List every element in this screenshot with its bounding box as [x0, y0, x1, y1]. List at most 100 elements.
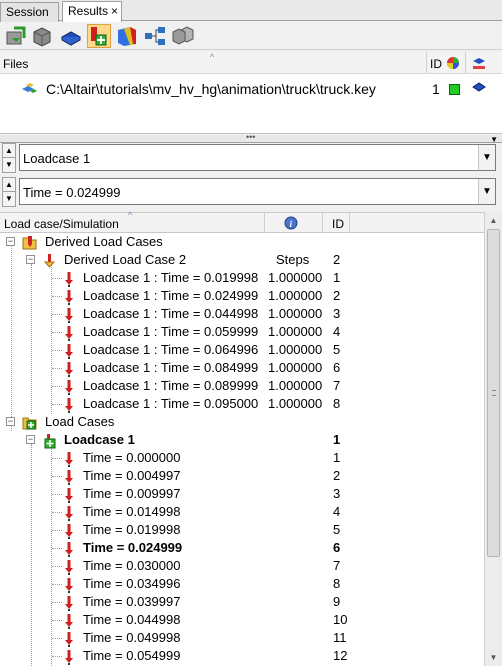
tree-row-id: 5 — [333, 342, 341, 357]
tree-row[interactable]: Time = 0.044998 10 — [0, 611, 484, 629]
loadcase-column-header[interactable]: Load case/Simulation — [4, 217, 119, 231]
file-row[interactable]: C:\Altair\tutorials\mv_hv_hg\animation\t… — [0, 78, 502, 98]
loadcase-icon — [42, 433, 56, 449]
tree-row[interactable]: Time = 0.034996 8 — [0, 575, 484, 593]
derived-case-icon — [42, 253, 56, 268]
chevron-down-icon[interactable]: ▼ — [478, 145, 495, 170]
tree-row[interactable]: Time = 0.009997 3 — [0, 485, 484, 503]
tab-bar: Session Results × — [0, 0, 502, 22]
derived-loadcase-icon[interactable] — [87, 24, 111, 48]
tree-row-label: Time = 0.024999 — [83, 540, 183, 555]
file-display-icon[interactable] — [472, 81, 486, 96]
collapse-icon[interactable]: − — [6, 237, 15, 246]
steps-label: Steps — [276, 252, 310, 267]
tree-row-id: 10 — [333, 612, 348, 627]
time-step-icon — [62, 649, 76, 665]
tree-row-steps: 1.000000 — [268, 360, 323, 375]
tree-row[interactable]: Time = 0.000000 1 — [0, 449, 484, 467]
files-id-column[interactable]: ID — [430, 57, 442, 71]
sort-indicator-icon: ^ — [210, 52, 215, 62]
tree-row-id: 1 — [333, 450, 341, 465]
tree-row-label: Time = 0.014998 — [83, 504, 181, 519]
collapse-icon[interactable]: − — [6, 417, 15, 426]
connectivity-icon[interactable] — [143, 24, 167, 48]
time-step-icon — [62, 487, 76, 503]
collapse-icon[interactable]: − — [26, 255, 35, 264]
time-spinner[interactable]: ▲ ▼ — [2, 177, 16, 207]
file-path: C:\Altair\tutorials\mv_hv_hg\animation\t… — [46, 81, 376, 97]
contour-icon[interactable] — [115, 24, 139, 48]
tree-row[interactable]: Loadcase 1 : Time = 0.064996 1.000000 5 — [0, 341, 484, 359]
spin-down-icon[interactable]: ▼ — [3, 192, 15, 206]
results-toolbar — [0, 22, 502, 50]
collapse-icon[interactable]: − — [26, 435, 35, 444]
time-dropdown[interactable]: Time = 0.024999 ▼ — [19, 178, 496, 205]
time-step-icon — [62, 307, 76, 323]
tree-row-id: 1 — [333, 270, 341, 285]
file-color-swatch[interactable] — [449, 84, 460, 95]
chevron-down-icon[interactable]: ▼ — [478, 179, 495, 204]
scrollbar-thumb[interactable] — [487, 229, 500, 557]
tree-row-id: 7 — [333, 378, 341, 393]
multi-box-icon[interactable] — [171, 24, 195, 48]
tree-derived-case[interactable]: − Derived Load Case 2 Steps 2 — [0, 251, 484, 269]
tab-results-label: Results — [68, 4, 109, 18]
spin-up-icon[interactable]: ▲ — [3, 178, 15, 192]
tree-row[interactable]: Time = 0.024999 6 — [0, 539, 484, 557]
sort-indicator-icon: ^ — [128, 210, 133, 220]
tree-row[interactable]: Loadcase 1 : Time = 0.044998 1.000000 3 — [0, 305, 484, 323]
scroll-up-icon[interactable]: ▲ — [485, 212, 502, 229]
time-step-icon — [62, 271, 76, 287]
tree-row[interactable]: Loadcase 1 : Time = 0.095000 1.000000 8 — [0, 395, 484, 413]
time-step-icon — [62, 451, 76, 467]
load-results-icon[interactable] — [4, 24, 28, 48]
tab-session[interactable]: Session — [0, 2, 59, 22]
tree-row[interactable]: Loadcase 1 : Time = 0.024999 1.000000 2 — [0, 287, 484, 305]
color-wheel-icon[interactable] — [446, 56, 460, 73]
tree-row[interactable]: Time = 0.049998 11 — [0, 629, 484, 647]
loadcase-dropdown[interactable]: Loadcase 1 ▼ — [19, 144, 496, 171]
tree-row[interactable]: Time = 0.030000 7 — [0, 557, 484, 575]
spin-down-icon[interactable]: ▼ — [3, 158, 15, 172]
files-header: Files ^ ID — [0, 52, 502, 74]
spin-up-icon[interactable]: ▲ — [3, 144, 15, 158]
derived-folder-icon — [22, 235, 37, 250]
tree-row[interactable]: Loadcase 1 : Time = 0.089999 1.000000 7 — [0, 377, 484, 395]
tree-row-id: 8 — [333, 396, 341, 411]
display-icon[interactable] — [472, 55, 486, 74]
tree-row[interactable]: Loadcase 1 : Time = 0.019998 1.000000 1 — [0, 269, 484, 287]
panel-splitter[interactable]: ••• ▼ — [0, 132, 502, 144]
time-step-icon — [62, 631, 76, 647]
tree-row-id: 6 — [333, 540, 341, 555]
tree-row-label: Time = 0.039997 — [83, 594, 181, 609]
model-view-icon[interactable] — [59, 24, 83, 48]
tree-row-label: Time = 0.044998 — [83, 612, 181, 627]
close-icon[interactable]: × — [111, 4, 118, 18]
info-icon[interactable]: i — [284, 216, 298, 233]
tree-row[interactable]: Loadcase 1 : Time = 0.084999 1.000000 6 — [0, 359, 484, 377]
tree-scrollbar[interactable]: ▲ ▼ — [484, 212, 502, 666]
tree-row-id: 4 — [333, 504, 341, 519]
tree-row-label: Time = 0.049998 — [83, 630, 181, 645]
tree-row-label: Time = 0.019998 — [83, 522, 181, 537]
splitter-grip-icon: ••• — [246, 132, 256, 142]
file-model-icon — [20, 80, 38, 99]
tab-results[interactable]: Results × — [62, 1, 122, 22]
scroll-down-icon[interactable]: ▼ — [485, 649, 502, 666]
loadcase-spinner[interactable]: ▲ ▼ — [2, 143, 16, 173]
tree-row[interactable]: Time = 0.014998 4 — [0, 503, 484, 521]
tree-loadcase[interactable]: − Loadcase 1 1 — [0, 431, 484, 449]
time-step-icon — [62, 469, 76, 485]
tree-row[interactable]: Time = 0.004997 2 — [0, 467, 484, 485]
box-icon[interactable] — [30, 24, 54, 48]
tree-row-label: Time = 0.004997 — [83, 468, 181, 483]
tree-group-derived[interactable]: − Derived Load Cases — [0, 233, 484, 251]
tree-row[interactable]: Time = 0.039997 9 — [0, 593, 484, 611]
tree-row[interactable]: Time = 0.019998 5 — [0, 521, 484, 539]
tree-row-id: 2 — [333, 468, 341, 483]
id-column-header[interactable]: ID — [332, 217, 344, 231]
tree-row[interactable]: Loadcase 1 : Time = 0.059999 1.000000 4 — [0, 323, 484, 341]
tree-row[interactable]: Time = 0.054999 12 — [0, 647, 484, 665]
tree-group-loadcases[interactable]: − Load Cases — [0, 413, 484, 431]
tree-row-label: Time = 0.034996 — [83, 576, 181, 591]
